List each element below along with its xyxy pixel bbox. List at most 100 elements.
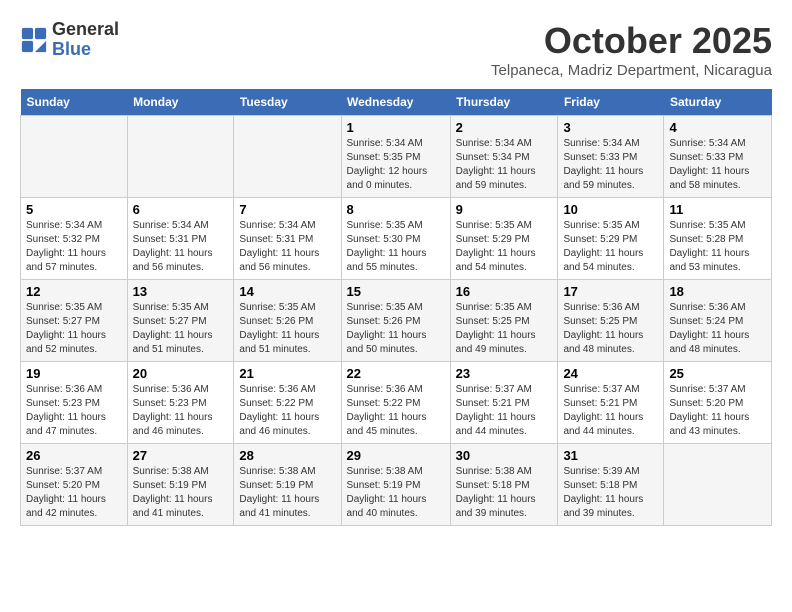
day-info: Sunrise: 5:35 AM Sunset: 5:26 PM Dayligh… bbox=[347, 301, 445, 357]
calendar-cell: 1 Sunrise: 5:34 AM Sunset: 5:35 PM Daylig… bbox=[341, 116, 450, 198]
day-number: 5 bbox=[26, 202, 122, 217]
day-info: Sunrise: 5:34 AM Sunset: 5:35 PM Dayligh… bbox=[347, 137, 445, 193]
calendar-cell: 18 Sunrise: 5:36 AM Sunset: 5:24 PM Dayli… bbox=[664, 280, 772, 362]
day-info: Sunrise: 5:36 AM Sunset: 5:23 PM Dayligh… bbox=[133, 383, 229, 439]
day-info: Sunrise: 5:38 AM Sunset: 5:18 PM Dayligh… bbox=[456, 465, 553, 521]
calendar-cell: 23 Sunrise: 5:37 AM Sunset: 5:21 PM Dayli… bbox=[450, 362, 558, 444]
day-number: 20 bbox=[133, 366, 229, 381]
day-number: 24 bbox=[563, 366, 658, 381]
day-number: 3 bbox=[563, 120, 658, 135]
calendar-cell: 14 Sunrise: 5:35 AM Sunset: 5:26 PM Dayli… bbox=[234, 280, 341, 362]
calendar-cell: 11 Sunrise: 5:35 AM Sunset: 5:28 PM Dayli… bbox=[664, 198, 772, 280]
calendar-cell: 5 Sunrise: 5:34 AM Sunset: 5:32 PM Daylig… bbox=[21, 198, 128, 280]
day-number: 19 bbox=[26, 366, 122, 381]
day-number: 26 bbox=[26, 448, 122, 463]
day-info: Sunrise: 5:36 AM Sunset: 5:24 PM Dayligh… bbox=[669, 301, 766, 357]
logo-text-blue: Blue bbox=[52, 40, 119, 60]
calendar-cell: 31 Sunrise: 5:39 AM Sunset: 5:18 PM Dayli… bbox=[558, 444, 664, 526]
day-number: 17 bbox=[563, 284, 658, 299]
day-of-week-header: Saturday bbox=[664, 89, 772, 116]
day-info: Sunrise: 5:36 AM Sunset: 5:23 PM Dayligh… bbox=[26, 383, 122, 439]
day-number: 29 bbox=[347, 448, 445, 463]
day-info: Sunrise: 5:35 AM Sunset: 5:27 PM Dayligh… bbox=[26, 301, 122, 357]
day-info: Sunrise: 5:35 AM Sunset: 5:26 PM Dayligh… bbox=[239, 301, 335, 357]
calendar-cell: 28 Sunrise: 5:38 AM Sunset: 5:19 PM Dayli… bbox=[234, 444, 341, 526]
day-number: 25 bbox=[669, 366, 766, 381]
day-of-week-header: Monday bbox=[127, 89, 234, 116]
calendar-cell: 30 Sunrise: 5:38 AM Sunset: 5:18 PM Dayli… bbox=[450, 444, 558, 526]
day-number: 23 bbox=[456, 366, 553, 381]
day-info: Sunrise: 5:34 AM Sunset: 5:33 PM Dayligh… bbox=[669, 137, 766, 193]
calendar-cell: 29 Sunrise: 5:38 AM Sunset: 5:19 PM Dayli… bbox=[341, 444, 450, 526]
day-number: 4 bbox=[669, 120, 766, 135]
day-info: Sunrise: 5:35 AM Sunset: 5:25 PM Dayligh… bbox=[456, 301, 553, 357]
calendar-cell: 21Sunrise: 5:36 AM Sunset: 5:22 PM Dayli… bbox=[234, 362, 341, 444]
calendar-cell: 6 Sunrise: 5:34 AM Sunset: 5:31 PM Daylig… bbox=[127, 198, 234, 280]
day-of-week-header: Thursday bbox=[450, 89, 558, 116]
calendar-table: SundayMondayTuesdayWednesdayThursdayFrid… bbox=[20, 89, 772, 526]
day-info: Sunrise: 5:34 AM Sunset: 5:33 PM Dayligh… bbox=[563, 137, 658, 193]
calendar-cell bbox=[21, 116, 128, 198]
day-number: 1 bbox=[347, 120, 445, 135]
calendar-cell: 15 Sunrise: 5:35 AM Sunset: 5:26 PM Dayli… bbox=[341, 280, 450, 362]
calendar-cell: 22 Sunrise: 5:36 AM Sunset: 5:22 PM Dayli… bbox=[341, 362, 450, 444]
day-number: 31 bbox=[563, 448, 658, 463]
location-subtitle: Telpaneca, Madriz Department, Nicaragua bbox=[491, 62, 772, 79]
day-info: Sunrise: 5:35 AM Sunset: 5:30 PM Dayligh… bbox=[347, 219, 445, 275]
day-info: Sunrise: 5:38 AM Sunset: 5:19 PM Dayligh… bbox=[347, 465, 445, 521]
day-number: 22 bbox=[347, 366, 445, 381]
calendar-cell: 9Sunrise: 5:35 AM Sunset: 5:29 PM Daylig… bbox=[450, 198, 558, 280]
day-number: 9 bbox=[456, 202, 553, 217]
calendar-cell: 27Sunrise: 5:38 AM Sunset: 5:19 PM Dayli… bbox=[127, 444, 234, 526]
day-info: Sunrise: 5:39 AM Sunset: 5:18 PM Dayligh… bbox=[563, 465, 658, 521]
calendar-week-row: 5 Sunrise: 5:34 AM Sunset: 5:32 PM Daylig… bbox=[21, 198, 772, 280]
calendar-header-row: SundayMondayTuesdayWednesdayThursdayFrid… bbox=[21, 89, 772, 116]
day-info: Sunrise: 5:37 AM Sunset: 5:20 PM Dayligh… bbox=[669, 383, 766, 439]
calendar-cell: 26 Sunrise: 5:37 AM Sunset: 5:20 PM Dayli… bbox=[21, 444, 128, 526]
day-info: Sunrise: 5:37 AM Sunset: 5:21 PM Dayligh… bbox=[456, 383, 553, 439]
day-number: 28 bbox=[239, 448, 335, 463]
day-info: Sunrise: 5:34 AM Sunset: 5:32 PM Dayligh… bbox=[26, 219, 122, 275]
day-info: Sunrise: 5:35 AM Sunset: 5:28 PM Dayligh… bbox=[669, 219, 766, 275]
logo-icon bbox=[20, 26, 48, 54]
day-of-week-header: Friday bbox=[558, 89, 664, 116]
day-number: 27 bbox=[133, 448, 229, 463]
title-section: October 2025 Telpaneca, Madriz Departmen… bbox=[491, 20, 772, 79]
day-number: 6 bbox=[133, 202, 229, 217]
day-number: 15 bbox=[347, 284, 445, 299]
day-number: 11 bbox=[669, 202, 766, 217]
day-number: 30 bbox=[456, 448, 553, 463]
day-of-week-header: Wednesday bbox=[341, 89, 450, 116]
day-info: Sunrise: 5:38 AM Sunset: 5:19 PM Dayligh… bbox=[239, 465, 335, 521]
day-number: 2 bbox=[456, 120, 553, 135]
day-info: Sunrise: 5:34 AM Sunset: 5:31 PM Dayligh… bbox=[133, 219, 229, 275]
logo: General Blue bbox=[20, 20, 119, 60]
day-number: 12 bbox=[26, 284, 122, 299]
day-info: Sunrise: 5:35 AM Sunset: 5:27 PM Dayligh… bbox=[133, 301, 229, 357]
day-info: Sunrise: 5:36 AM Sunset: 5:25 PM Dayligh… bbox=[563, 301, 658, 357]
day-info: Sunrise: 5:34 AM Sunset: 5:34 PM Dayligh… bbox=[456, 137, 553, 193]
day-number: 8 bbox=[347, 202, 445, 217]
day-info: Sunrise: 5:37 AM Sunset: 5:21 PM Dayligh… bbox=[563, 383, 658, 439]
day-number: 7 bbox=[239, 202, 335, 217]
calendar-week-row: 19 Sunrise: 5:36 AM Sunset: 5:23 PM Dayli… bbox=[21, 362, 772, 444]
calendar-cell: 2 Sunrise: 5:34 AM Sunset: 5:34 PM Daylig… bbox=[450, 116, 558, 198]
calendar-cell: 12 Sunrise: 5:35 AM Sunset: 5:27 PM Dayli… bbox=[21, 280, 128, 362]
day-info: Sunrise: 5:36 AM Sunset: 5:22 PM Dayligh… bbox=[347, 383, 445, 439]
page-header: General Blue October 2025 Telpaneca, Mad… bbox=[20, 20, 772, 79]
calendar-cell bbox=[664, 444, 772, 526]
calendar-cell: 20 Sunrise: 5:36 AM Sunset: 5:23 PM Dayli… bbox=[127, 362, 234, 444]
calendar-week-row: 12 Sunrise: 5:35 AM Sunset: 5:27 PM Dayli… bbox=[21, 280, 772, 362]
day-number: 10 bbox=[563, 202, 658, 217]
day-number: 18 bbox=[669, 284, 766, 299]
day-info: Sunrise: 5:36 AM Sunset: 5:22 PM Dayligh… bbox=[239, 383, 335, 439]
day-of-week-header: Sunday bbox=[21, 89, 128, 116]
calendar-cell: 25 Sunrise: 5:37 AM Sunset: 5:20 PM Dayli… bbox=[664, 362, 772, 444]
calendar-cell: 10Sunrise: 5:35 AM Sunset: 5:29 PM Dayli… bbox=[558, 198, 664, 280]
calendar-week-row: 1 Sunrise: 5:34 AM Sunset: 5:35 PM Daylig… bbox=[21, 116, 772, 198]
day-number: 14 bbox=[239, 284, 335, 299]
day-number: 16 bbox=[456, 284, 553, 299]
day-info: Sunrise: 5:37 AM Sunset: 5:20 PM Dayligh… bbox=[26, 465, 122, 521]
calendar-cell: 19 Sunrise: 5:36 AM Sunset: 5:23 PM Dayli… bbox=[21, 362, 128, 444]
day-number: 13 bbox=[133, 284, 229, 299]
